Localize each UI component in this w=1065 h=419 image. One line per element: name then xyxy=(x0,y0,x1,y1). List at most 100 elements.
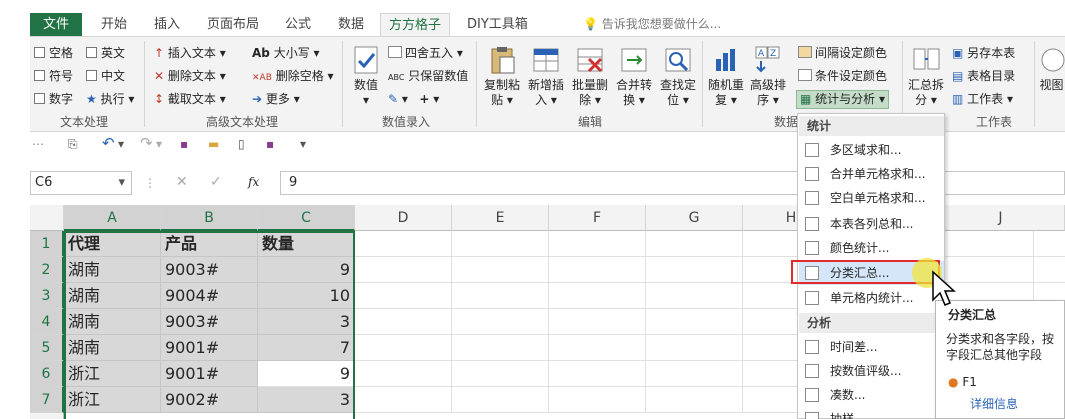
empty-cell[interactable] xyxy=(355,387,452,413)
cancel-icon[interactable]: ✕ xyxy=(176,174,188,190)
merge-convert-button[interactable]: 合并转换 ▾ xyxy=(614,45,654,108)
tab-diy-toolbox[interactable]: DIY工具箱 xyxy=(467,13,528,36)
column-header-d[interactable]: D xyxy=(355,205,452,231)
customize-qat-icon[interactable]: ▾ xyxy=(300,136,306,152)
column-header-b[interactable]: B xyxy=(161,205,258,231)
empty-cell[interactable] xyxy=(355,231,452,257)
open-folder-icon[interactable]: ▬ xyxy=(208,136,219,152)
row-header[interactable]: 3 xyxy=(30,283,64,309)
undo-dropdown-icon[interactable]: ▾ xyxy=(118,136,124,152)
row-header[interactable]: 2 xyxy=(30,257,64,283)
check-chinese[interactable]: 中文 xyxy=(86,68,125,84)
save-sheet-button[interactable]: ▣ 另存本表 xyxy=(952,45,1015,61)
empty-cell[interactable] xyxy=(549,361,646,387)
column-header-j[interactable]: J xyxy=(937,205,1065,231)
cell-a-1[interactable]: 代理 xyxy=(64,231,161,257)
tab-data[interactable]: 数据 xyxy=(338,13,364,36)
empty-cell[interactable] xyxy=(646,309,743,335)
column-header-c[interactable]: C xyxy=(258,205,355,231)
menu-item-analysis-2[interactable]: 凑数... xyxy=(799,383,944,407)
formula-input[interactable]: 9 xyxy=(280,171,1065,195)
tab-file[interactable]: 文件 xyxy=(30,13,82,36)
execute-button[interactable]: ★ 执行 ▾ xyxy=(86,91,134,107)
delete-text-button[interactable]: ✕ 删除文本 ▾ xyxy=(154,68,226,84)
menu-item-stats-1[interactable]: 合并单元格求和... xyxy=(799,162,944,186)
undo-icon[interactable]: ↶ xyxy=(102,135,115,151)
copy-icon[interactable]: ⎘ xyxy=(68,136,78,152)
cell-b-3[interactable]: 9004# xyxy=(161,283,258,309)
empty-cell[interactable] xyxy=(355,309,452,335)
tooltip-help[interactable]: ● F1 xyxy=(948,374,977,390)
check-space[interactable]: 空格 xyxy=(34,45,73,61)
cell-a-5[interactable]: 湖南 xyxy=(64,335,161,361)
menu-item-stats-3[interactable]: 本表各列总和... xyxy=(799,212,944,236)
empty-cell[interactable] xyxy=(452,361,549,387)
cell-a-7[interactable]: 浙江 xyxy=(64,387,161,413)
menu-item-stats-6[interactable]: 单元格内统计... xyxy=(799,286,944,310)
empty-cell[interactable] xyxy=(1034,257,1065,283)
empty-cell[interactable] xyxy=(452,335,549,361)
empty-cell[interactable] xyxy=(646,231,743,257)
cell-b-2[interactable]: 9003# xyxy=(161,257,258,283)
save-as-icon[interactable]: ▪ xyxy=(266,136,274,152)
more-button[interactable]: ➔ 更多 ▾ xyxy=(252,91,300,107)
find-locate-button[interactable]: 查找定位 ▾ xyxy=(658,45,698,108)
keep-values-button[interactable]: ABC 只保留数值 xyxy=(388,68,468,86)
empty-cell[interactable] xyxy=(355,335,452,361)
insert-new-button[interactable]: 新增插入 ▾ xyxy=(526,45,566,108)
row-header[interactable]: 5 xyxy=(30,335,64,361)
cell-b-5[interactable]: 9001# xyxy=(161,335,258,361)
remove-spaces-button[interactable]: ✕AB 删除空格 ▾ xyxy=(252,68,334,86)
empty-cell[interactable] xyxy=(549,309,646,335)
menu-item-analysis-3[interactable]: 抽样 xyxy=(799,407,944,419)
check-english[interactable]: 英文 xyxy=(86,45,125,61)
row-header[interactable]: 6 xyxy=(30,361,64,387)
tooltip-detail-link[interactable]: 详细信息 xyxy=(970,396,1018,412)
cell-a-3[interactable]: 湖南 xyxy=(64,283,161,309)
save-icon[interactable]: ▪ xyxy=(180,136,188,152)
empty-cell[interactable] xyxy=(452,309,549,335)
row-header[interactable]: 7 xyxy=(30,387,64,413)
advanced-sort-button[interactable]: AZ 高级排序 ▾ xyxy=(748,45,788,108)
tab-page-layout[interactable]: 页面布局 xyxy=(207,13,259,36)
empty-cell[interactable] xyxy=(549,335,646,361)
select-all-corner[interactable] xyxy=(30,205,64,231)
tab-fangfang[interactable]: 方方格子 xyxy=(380,13,451,36)
cell-c-7[interactable]: 3 xyxy=(258,387,355,413)
tab-insert[interactable]: 插入 xyxy=(154,13,180,36)
row-header[interactable]: 1 xyxy=(30,231,64,257)
tab-home[interactable]: 开始 xyxy=(101,13,127,36)
menu-item-stats-0[interactable]: 多区域求和... xyxy=(799,138,944,162)
empty-cell[interactable] xyxy=(549,257,646,283)
random-repeat-button[interactable]: 随机重复 ▾ xyxy=(706,45,746,108)
stats-analysis-button[interactable]: ▦ 统计与分析 ▾ xyxy=(796,90,890,109)
cell-b-4[interactable]: 9003# xyxy=(161,309,258,335)
column-header-f[interactable]: F xyxy=(549,205,646,231)
numeric-extra-button[interactable]: ✎ ▾ + ▾ xyxy=(388,91,439,107)
empty-cell[interactable] xyxy=(937,231,1034,257)
empty-cell[interactable] xyxy=(1034,231,1065,257)
empty-cell[interactable] xyxy=(549,283,646,309)
cell-a-6[interactable]: 浙江 xyxy=(64,361,161,387)
new-doc-icon[interactable]: ▯ xyxy=(238,136,245,152)
insert-function-icon[interactable]: fx xyxy=(248,174,259,190)
worksheet-button[interactable]: ▥ 工作表 ▾ xyxy=(952,91,1013,107)
row-header[interactable] xyxy=(30,413,64,419)
redo-dropdown-icon[interactable]: ▾ xyxy=(156,136,162,152)
menu-item-analysis-1[interactable]: 按数值评级... xyxy=(799,359,944,383)
cell-c-2[interactable]: 9 xyxy=(258,257,355,283)
grid-icon[interactable]: ⋯ xyxy=(32,136,44,152)
column-header-g[interactable]: G xyxy=(646,205,743,231)
empty-cell[interactable] xyxy=(646,335,743,361)
cell-c-4[interactable]: 3 xyxy=(258,309,355,335)
cell-c-6[interactable]: 9 xyxy=(258,361,355,387)
name-box[interactable]: C6 ▾ xyxy=(30,171,132,195)
menu-item-analysis-0[interactable]: 时间差... xyxy=(799,335,944,359)
batch-delete-button[interactable]: 批量删除 ▾ xyxy=(570,45,610,108)
round-button[interactable]: 四舍五入 ▾ xyxy=(388,45,463,61)
empty-cell[interactable] xyxy=(549,387,646,413)
cell-b-1[interactable]: 产品 xyxy=(161,231,258,257)
tell-me-search[interactable]: 💡 告诉我您想要做什么... xyxy=(583,13,721,36)
extract-text-button[interactable]: ↕ 截取文本 ▾ xyxy=(154,91,226,107)
cell-a-2[interactable]: 湖南 xyxy=(64,257,161,283)
